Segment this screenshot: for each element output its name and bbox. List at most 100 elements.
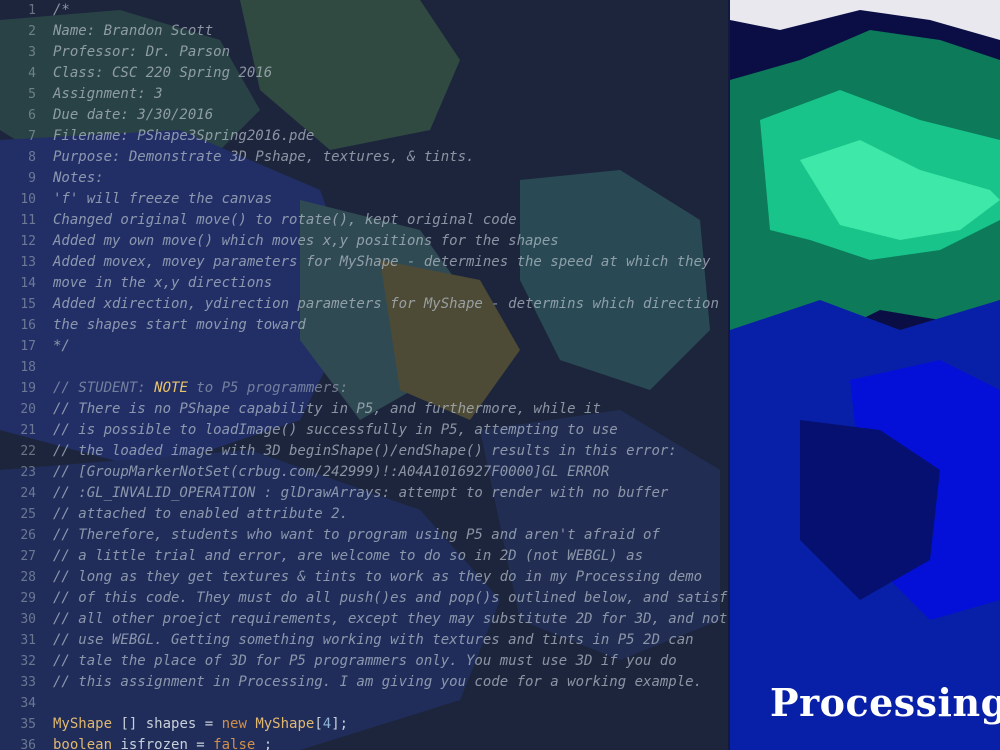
- line-number: 3: [28, 45, 36, 60]
- code-line[interactable]: 17 */: [0, 336, 728, 357]
- code-line[interactable]: 7 Filename: PShape3Spring2016.pde: [0, 126, 728, 147]
- code-line[interactable]: 10 'f' will freeze the canvas: [0, 189, 728, 210]
- line-number: 29: [20, 591, 36, 606]
- class-name: MyShape: [255, 716, 315, 732]
- code-token: [] shapes =: [112, 716, 222, 732]
- code-line[interactable]: 4 Class: CSC 220 Spring 2016: [0, 63, 728, 84]
- code-line[interactable]: 5 Assignment: 3: [0, 84, 728, 105]
- line-number: 35: [20, 717, 36, 732]
- code-line[interactable]: 6 Due date: 3/30/2016: [0, 105, 728, 126]
- keyword: false: [213, 737, 256, 750]
- line-number: 15: [20, 297, 36, 312]
- code-line[interactable]: 34: [0, 693, 728, 714]
- line-number: 23: [20, 465, 36, 480]
- line-number: 21: [20, 423, 36, 438]
- code-text: Filename: PShape3Spring2016.pde: [53, 128, 315, 144]
- code-line[interactable]: 9 Notes:: [0, 168, 728, 189]
- code-line[interactable]: 14 move in the x,y directions: [0, 273, 728, 294]
- line-number: 16: [20, 318, 36, 333]
- line-number: 19: [20, 381, 36, 396]
- code-text: /*: [53, 2, 70, 18]
- code-line[interactable]: 18: [0, 357, 728, 378]
- code-text: Added movex, movey parameters for MyShap…: [53, 254, 711, 270]
- comment-text: // STUDENT:: [53, 380, 155, 396]
- code-text: the shapes start moving toward: [53, 317, 306, 333]
- code-line[interactable]: 28 // long as they get textures & tints t…: [0, 567, 728, 588]
- line-number: 31: [20, 633, 36, 648]
- code-text: // of this code. They must do all push()…: [53, 590, 728, 606]
- processing-logo: Processing: [770, 680, 1000, 725]
- code-line[interactable]: 24 // :GL_INVALID_OPERATION : glDrawArray…: [0, 483, 728, 504]
- code-line[interactable]: 31 // use WEBGL. Getting something workin…: [0, 630, 728, 651]
- code-token: ;: [255, 737, 273, 750]
- class-name: MyShape: [53, 716, 113, 732]
- line-number: 33: [20, 675, 36, 690]
- code-text: // a little trial and error, are welcome…: [53, 548, 644, 564]
- line-number: 24: [20, 486, 36, 501]
- comment-text: to P5 programmers:: [187, 380, 349, 396]
- code-text: Assignment: 3: [53, 86, 163, 102]
- keyword: new: [221, 716, 247, 732]
- code-line[interactable]: 15 Added xdirection, ydirection parameter…: [0, 294, 728, 315]
- code-line[interactable]: 26 // Therefore, students who want to pro…: [0, 525, 728, 546]
- code-line[interactable]: 8 Purpose: Demonstrate 3D Pshape, texture…: [0, 147, 728, 168]
- code-editor[interactable]: 1 /* 2 Name: Brandon Scott 3 Professor: Dr. P…: [0, 0, 728, 750]
- code-text: // this assignment in Processing. I am g…: [53, 674, 703, 690]
- code-text: // long as they get textures & tints to …: [53, 569, 703, 585]
- type-keyword: boolean: [53, 737, 113, 750]
- code-text: // Therefore, students who want to progr…: [53, 527, 660, 543]
- code-text: Name: Brandon Scott: [53, 23, 214, 39]
- code-text: Added my own move() which moves x,y posi…: [53, 233, 559, 249]
- code-line[interactable]: 13 Added movex, movey parameters for MySh…: [0, 252, 728, 273]
- code-line[interactable]: 1 /*: [0, 0, 728, 21]
- code-line[interactable]: 32 // tale the place of 3D for P5 program…: [0, 651, 728, 672]
- code-line[interactable]: 29 // of this code. They must do all push…: [0, 588, 728, 609]
- code-line[interactable]: 33 // this assignment in Processing. I am…: [0, 672, 728, 693]
- code-line[interactable]: 19 // STUDENT: NOTE to P5 programmers:: [0, 378, 728, 399]
- code-text: // all other proejct requirements, excep…: [53, 611, 728, 627]
- code-token: ];: [331, 716, 349, 732]
- line-number: 8: [28, 150, 36, 165]
- code-text: Notes:: [53, 170, 104, 186]
- code-line[interactable]: 20 // There is no PShape capability in P5…: [0, 399, 728, 420]
- line-number: 30: [20, 612, 36, 627]
- code-line[interactable]: 27 // a little trial and error, are welco…: [0, 546, 728, 567]
- line-number: 12: [20, 234, 36, 249]
- line-number: 5: [28, 87, 36, 102]
- code-line[interactable]: 25 // attached to enabled attribute 2.: [0, 504, 728, 525]
- line-number: 36: [20, 738, 36, 750]
- code-line[interactable]: 35 MyShape [] shapes = new MyShape[4];: [0, 714, 728, 735]
- code-line[interactable]: 30 // all other proejct requirements, exc…: [0, 609, 728, 630]
- code-text: boolean isfrozen = false ;: [53, 735, 272, 750]
- code-text: Purpose: Demonstrate 3D Pshape, textures…: [53, 149, 475, 165]
- code-line[interactable]: 36 boolean isfrozen = false ;: [0, 735, 728, 750]
- code-line[interactable]: 23 // [GroupMarkerNotSet(crbug.com/242999…: [0, 462, 728, 483]
- line-number: 26: [20, 528, 36, 543]
- line-number: 7: [28, 129, 36, 144]
- code-text: Added xdirection, ydirection parameters …: [53, 296, 719, 312]
- note-keyword: NOTE: [154, 380, 188, 396]
- code-line[interactable]: 21 // is possible to loadImage() successf…: [0, 420, 728, 441]
- line-number: 6: [28, 108, 36, 123]
- line-number: 14: [20, 276, 36, 291]
- code-text: // tale the place of 3D for P5 programme…: [53, 653, 677, 669]
- code-text: Professor: Dr. Parson: [53, 44, 231, 60]
- line-number: 13: [20, 255, 36, 270]
- code-line[interactable]: 2 Name: Brandon Scott: [0, 21, 728, 42]
- code-line[interactable]: 3 Professor: Dr. Parson: [0, 42, 728, 63]
- line-number: 32: [20, 654, 36, 669]
- code-text: // use WEBGL. Getting something working …: [53, 632, 694, 648]
- line-number: 2: [28, 24, 36, 39]
- code-line[interactable]: 22 // the loaded image with 3D beginShape…: [0, 441, 728, 462]
- code-line[interactable]: 11 Changed original move() to rotate(), k…: [0, 210, 728, 231]
- code-line[interactable]: 12 Added my own move() which moves x,y po…: [0, 231, 728, 252]
- line-number: 17: [20, 339, 36, 354]
- line-number: 9: [28, 171, 36, 186]
- code-text: MyShape [] shapes = new MyShape[4];: [53, 714, 348, 735]
- code-text: */: [53, 338, 70, 354]
- code-line[interactable]: 16 the shapes start moving toward: [0, 315, 728, 336]
- line-number: 20: [20, 402, 36, 417]
- code-token: isfrozen =: [112, 737, 214, 750]
- code-text: Class: CSC 220 Spring 2016: [53, 65, 273, 81]
- line-number: 27: [20, 549, 36, 564]
